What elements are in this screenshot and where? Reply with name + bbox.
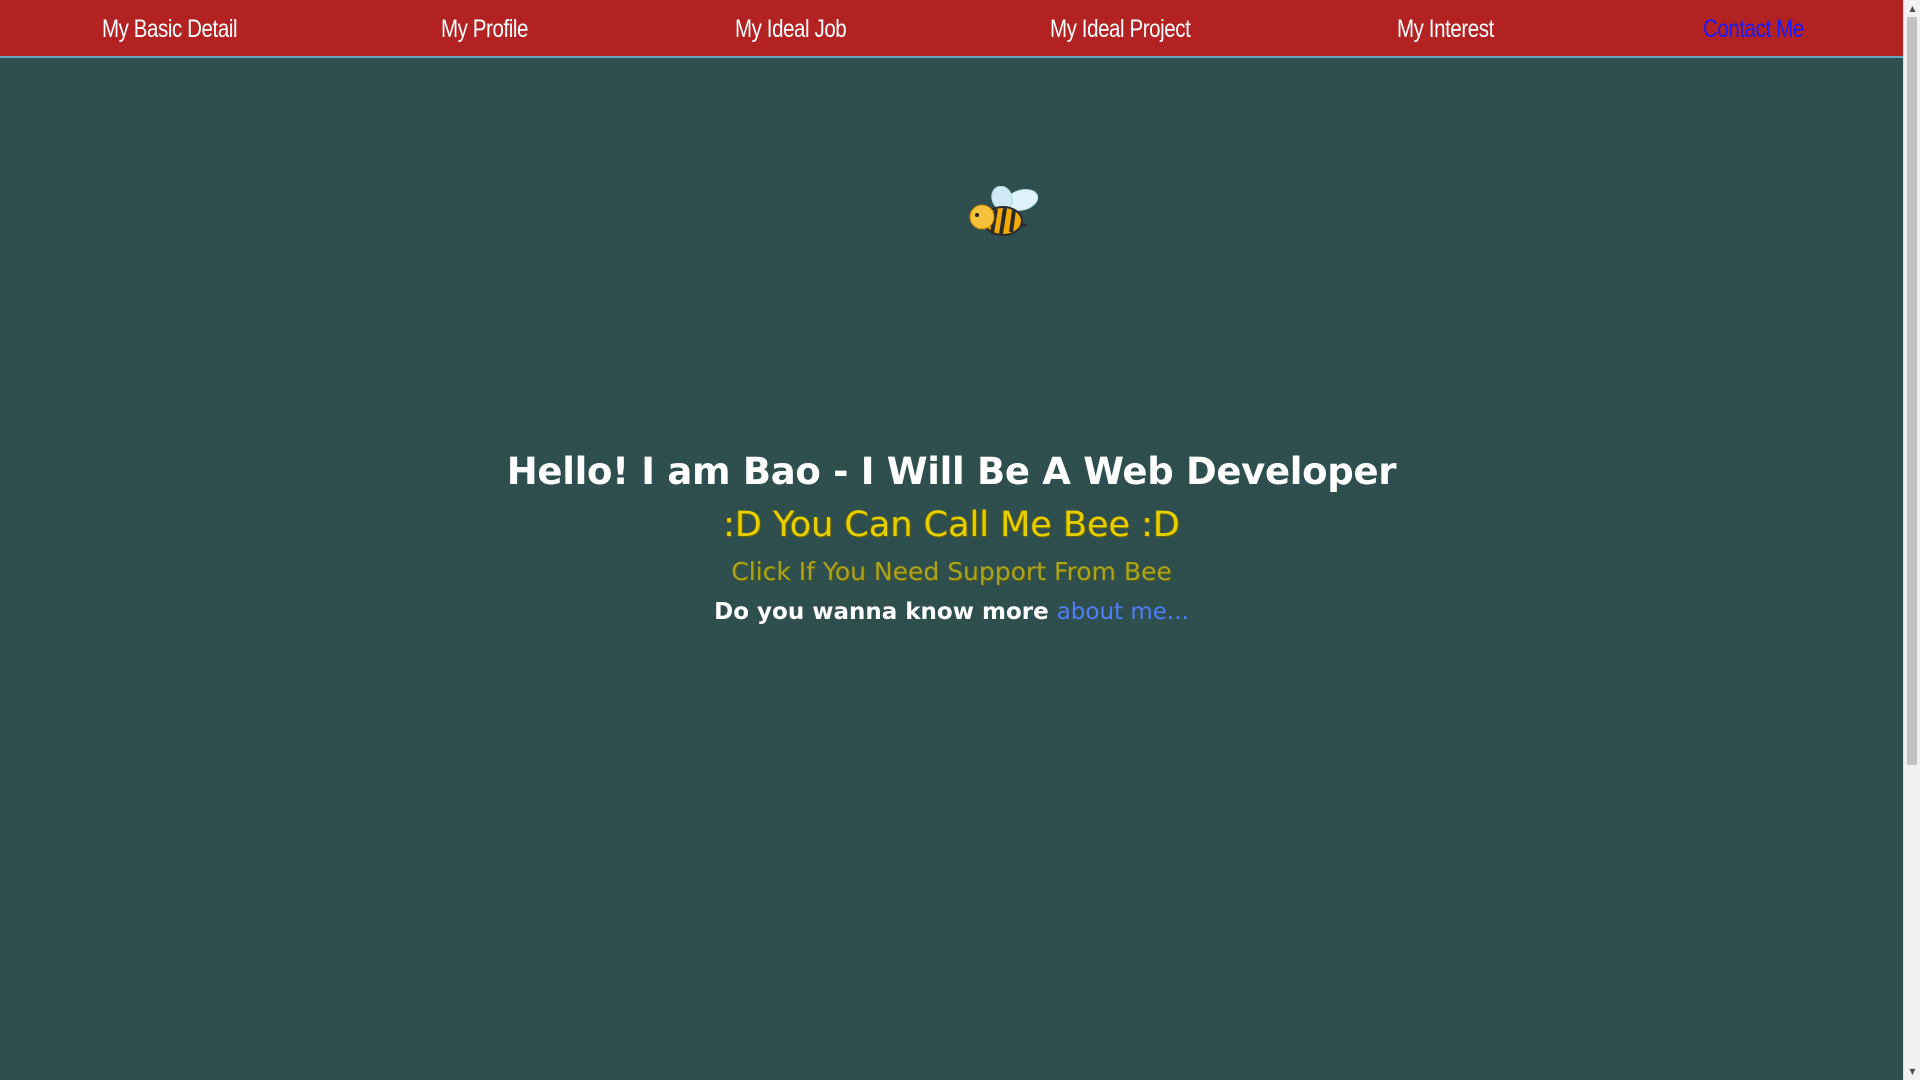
more-about-prefix: Do you wanna know more: [714, 599, 1057, 625]
hero: Hello! I am Bao - I Will Be A Web Develo…: [0, 444, 1903, 630]
page-title: Hello! I am Bao - I Will Be A Web Develo…: [506, 450, 1397, 493]
scroll-up-arrow-icon[interactable]: ▲: [1904, 0, 1920, 17]
vertical-scrollbar[interactable]: ▲ ▼: [1903, 0, 1920, 1080]
more-about-line: Do you wanna know more about me...: [0, 594, 1903, 630]
scrollbar-thumb[interactable]: [1907, 17, 1917, 765]
support-link[interactable]: Click If You Need Support From Bee: [0, 550, 1903, 594]
page: My Basic Detail My Profile My Ideal Job …: [0, 0, 1920, 1080]
scroll-down-arrow-icon[interactable]: ▼: [1904, 1063, 1920, 1080]
nav-item-interest[interactable]: My Interest: [1397, 0, 1494, 58]
nav-item-ideal-project[interactable]: My Ideal Project: [1050, 0, 1191, 58]
bee-icon-graphic: [969, 185, 1039, 236]
nav-item-ideal-job[interactable]: My Ideal Job: [735, 0, 847, 58]
top-nav: My Basic Detail My Profile My Ideal Job …: [0, 0, 1903, 58]
bee-icon[interactable]: [962, 185, 1042, 246]
about-me-link[interactable]: about me...: [1057, 599, 1189, 625]
nickname-text: :D You Can Call Me Bee :D: [723, 505, 1180, 545]
nav-item-contact-me[interactable]: Contact Me: [1703, 0, 1804, 58]
nav-item-basic-detail[interactable]: My Basic Detail: [102, 0, 238, 58]
nav-item-profile[interactable]: My Profile: [441, 0, 528, 58]
